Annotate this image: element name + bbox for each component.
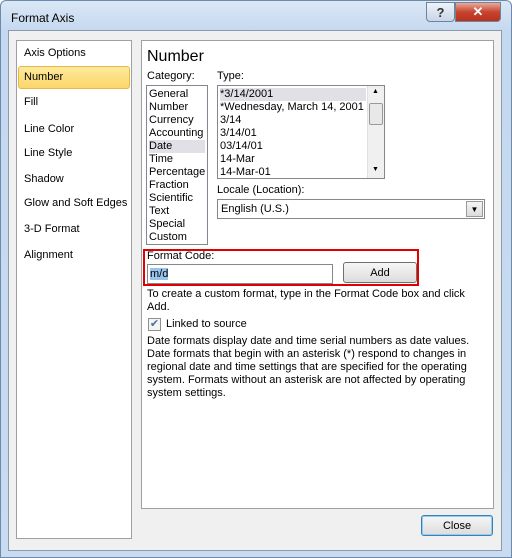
help-text: To create a custom format, type in the F…: [147, 288, 465, 314]
linked-to-source-label[interactable]: Linked to source: [166, 318, 247, 330]
category-item[interactable]: Special: [149, 218, 205, 231]
description-line: Date formats display date and time seria…: [147, 335, 470, 347]
sidebar-item-axis-options[interactable]: Axis Options: [24, 47, 86, 59]
sidebar-item-glow-and-soft-edges[interactable]: Glow and Soft Edges: [24, 197, 127, 209]
category-item[interactable]: Scientific: [149, 192, 205, 205]
chevron-down-icon[interactable]: ▼: [466, 201, 483, 217]
type-item[interactable]: 14-Mar-01: [220, 166, 366, 179]
window-title: Format Axis: [11, 11, 75, 25]
close-button[interactable]: Close: [421, 515, 493, 536]
category-item[interactable]: Number: [149, 101, 205, 114]
help-button[interactable]: ?: [426, 2, 455, 22]
section-heading: Number: [147, 48, 204, 65]
sidebar-item-shadow[interactable]: Shadow: [24, 173, 64, 185]
help-line: To create a custom format, type in the F…: [147, 288, 465, 300]
sidebar-item-3-d-format[interactable]: 3-D Format: [24, 223, 80, 235]
scroll-up-icon[interactable]: ▲: [372, 88, 379, 95]
locale-select[interactable]: English (U.S.) ▼: [217, 199, 485, 219]
close-window-button[interactable]: ✕: [455, 2, 501, 22]
description-line: Date formats that begin with an asterisk…: [147, 348, 467, 360]
type-item[interactable]: *3/14/2001: [220, 88, 366, 101]
locale-value: English (U.S.): [221, 203, 289, 215]
category-list[interactable]: General Number Currency Accounting Date Time P…: [146, 85, 208, 245]
category-item[interactable]: Date: [149, 140, 205, 153]
sidebar-item-fill[interactable]: Fill: [24, 96, 38, 108]
description-text: Date formats display date and time seria…: [147, 335, 469, 400]
category-label: Category:: [147, 70, 195, 82]
scroll-thumb[interactable]: [369, 103, 383, 125]
sidebar: [16, 40, 132, 539]
sidebar-item-line-color[interactable]: Line Color: [24, 123, 74, 135]
type-item[interactable]: *Wednesday, March 14, 2001: [220, 101, 366, 114]
description-line: system settings.: [147, 387, 226, 399]
sidebar-item-line-style[interactable]: Line Style: [24, 147, 72, 159]
category-item[interactable]: Custom: [149, 231, 205, 244]
category-item[interactable]: Currency: [149, 114, 205, 127]
type-label: Type:: [217, 70, 244, 82]
sidebar-item-number[interactable]: Number: [24, 71, 63, 83]
category-item[interactable]: Time: [149, 153, 205, 166]
format-code-label: Format Code:: [147, 250, 215, 262]
type-list[interactable]: 14-Mar-01 14-Mar 03/14/01 3/14/01 3/14 *Wedne…: [217, 85, 385, 179]
linked-to-source-checkbox[interactable]: ✔: [148, 318, 161, 331]
format-code-input[interactable]: m/d: [147, 264, 333, 284]
category-item[interactable]: Percentage: [149, 166, 205, 179]
type-item[interactable]: 14-Mar: [220, 153, 366, 166]
sidebar-item-alignment[interactable]: Alignment: [24, 249, 73, 261]
type-scrollbar[interactable]: ▲ ▼: [367, 86, 384, 178]
locale-label: Locale (Location):: [217, 184, 305, 196]
category-item[interactable]: Accounting: [149, 127, 205, 140]
category-item[interactable]: General: [149, 88, 205, 101]
scroll-down-icon[interactable]: ▼: [372, 166, 379, 173]
description-line: system. Formats without an asterisk are …: [147, 374, 466, 386]
description-line: regional date and time settings that are…: [147, 361, 467, 373]
add-button[interactable]: Add: [343, 262, 417, 283]
type-item[interactable]: 3/14/01: [220, 127, 366, 140]
help-line: Add.: [147, 301, 170, 313]
type-item[interactable]: 03/14/01: [220, 140, 366, 153]
category-item[interactable]: Fraction: [149, 179, 205, 192]
type-item[interactable]: 3/14: [220, 114, 366, 127]
category-item[interactable]: Text: [149, 205, 205, 218]
format-code-value: m/d: [150, 268, 169, 280]
